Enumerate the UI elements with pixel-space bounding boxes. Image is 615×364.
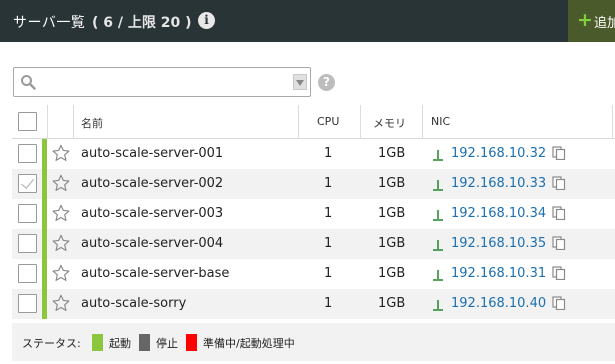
server-name[interactable]: auto-scale-server-004 — [81, 236, 223, 251]
favorite-star-icon[interactable] — [52, 294, 70, 312]
network-icon — [433, 300, 443, 311]
column-header-nic[interactable]: NIC — [431, 115, 450, 128]
network-icon — [433, 270, 443, 281]
memory-value: 1GB — [378, 176, 406, 191]
cpu-value: 1 — [324, 236, 333, 251]
search-dropdown-toggle[interactable] — [293, 74, 307, 90]
memory-value: 1GB — [378, 266, 406, 281]
ip-address-link[interactable]: 192.168.10.34 — [451, 206, 546, 221]
table-row[interactable]: auto-scale-server-003 1 1GB 192.168.10.34 — [12, 199, 615, 229]
server-name[interactable]: auto-scale-server-003 — [81, 206, 223, 221]
copy-icon[interactable] — [552, 146, 566, 160]
select-all-checkbox[interactable] — [18, 112, 37, 131]
legend-text-running: 起動 — [109, 337, 131, 350]
memory-value: 1GB — [378, 206, 406, 221]
table-header: 名前 CPU メモリ NIC — [12, 105, 615, 139]
cpu-value: 1 — [324, 206, 333, 221]
plus-icon: + — [577, 9, 593, 31]
column-divider — [360, 105, 361, 139]
server-name[interactable]: auto-scale-server-001 — [81, 146, 223, 161]
legend-label: ステータス: — [22, 337, 81, 350]
copy-icon[interactable] — [552, 266, 566, 280]
row-checkbox[interactable] — [18, 204, 37, 223]
server-name[interactable]: auto-scale-server-002 — [81, 176, 223, 191]
row-checkbox[interactable] — [18, 144, 37, 163]
network-icon — [433, 150, 443, 161]
search-input[interactable] — [42, 71, 282, 93]
column-divider — [422, 105, 423, 139]
favorite-star-icon[interactable] — [52, 264, 70, 282]
cpu-value: 1 — [324, 296, 333, 311]
status-indicator — [42, 169, 47, 199]
add-button[interactable]: + 追加 — [568, 0, 615, 42]
column-divider — [47, 105, 48, 139]
status-indicator — [42, 289, 47, 319]
server-name[interactable]: auto-scale-server-base — [81, 266, 229, 281]
search-icon — [21, 75, 36, 90]
memory-value: 1GB — [378, 296, 406, 311]
column-header-name[interactable]: 名前 — [81, 115, 103, 131]
status-indicator — [42, 259, 47, 289]
search-box[interactable] — [13, 67, 311, 97]
ip-address-link[interactable]: 192.168.10.33 — [451, 176, 546, 191]
add-button-label: 追加 — [594, 16, 615, 31]
status-indicator — [42, 139, 47, 169]
status-indicator — [42, 199, 47, 229]
column-divider — [612, 105, 613, 139]
ip-address-link[interactable]: 192.168.10.40 — [451, 296, 546, 311]
page-title: サーバ一覧 — [13, 15, 86, 31]
network-icon — [433, 180, 443, 191]
column-header-memory[interactable]: メモリ — [373, 115, 406, 131]
favorite-star-icon[interactable] — [52, 174, 70, 192]
ip-address-link[interactable]: 192.168.10.35 — [451, 236, 546, 251]
row-checkbox[interactable] — [18, 174, 37, 193]
server-name[interactable]: auto-scale-sorry — [81, 296, 186, 311]
table-row[interactable]: auto-scale-sorry 1 1GB 192.168.10.40 — [12, 289, 615, 319]
help-icon[interactable]: ? — [318, 74, 335, 91]
info-icon[interactable]: i — [198, 12, 215, 29]
row-checkbox[interactable] — [18, 234, 37, 253]
network-icon — [433, 210, 443, 221]
table-row[interactable]: auto-scale-server-002 1 1GB 192.168.10.33 — [12, 169, 615, 199]
legend-swatch-pending — [186, 334, 197, 351]
row-checkbox[interactable] — [18, 264, 37, 283]
ip-address-link[interactable]: 192.168.10.32 — [451, 146, 546, 161]
ip-address-link[interactable]: 192.168.10.31 — [451, 266, 546, 281]
column-divider — [73, 105, 74, 139]
column-header-cpu[interactable]: CPU — [317, 115, 339, 128]
network-icon — [433, 240, 443, 251]
cpu-value: 1 — [324, 146, 333, 161]
row-checkbox[interactable] — [18, 294, 37, 313]
favorite-star-icon[interactable] — [52, 234, 70, 252]
table-row[interactable]: auto-scale-server-base 1 1GB 192.168.10.31 — [12, 259, 615, 289]
memory-value: 1GB — [378, 146, 406, 161]
server-count: ( 6 / 上限 20 ) — [92, 15, 192, 31]
table-row[interactable]: auto-scale-server-004 1 1GB 192.168.10.35 — [12, 229, 615, 259]
server-table: 名前 CPU メモリ NIC auto-scale-server-001 1 1GB… — [12, 105, 615, 319]
cpu-value: 1 — [324, 266, 333, 281]
copy-icon[interactable] — [552, 176, 566, 190]
legend-text-pending: 準備中/起動処理中 — [203, 337, 295, 350]
table-row[interactable]: auto-scale-server-001 1 1GB 192.168.10.32 — [12, 139, 615, 169]
legend-swatch-running — [92, 334, 103, 351]
header-bar: サーバ一覧 ( 6 / 上限 20 ) i + 追加 — [0, 0, 615, 42]
legend-swatch-stopped — [139, 334, 150, 351]
memory-value: 1GB — [378, 236, 406, 251]
copy-icon[interactable] — [552, 236, 566, 250]
copy-icon[interactable] — [552, 296, 566, 310]
column-divider — [298, 105, 299, 139]
status-indicator — [42, 229, 47, 259]
legend-text-stopped: 停止 — [156, 337, 178, 350]
favorite-star-icon[interactable] — [52, 204, 70, 222]
status-legend: ステータス: 起動 停止 準備中/起動処理中 — [12, 323, 615, 361]
favorite-star-icon[interactable] — [52, 144, 70, 162]
cpu-value: 1 — [324, 176, 333, 191]
copy-icon[interactable] — [552, 206, 566, 220]
